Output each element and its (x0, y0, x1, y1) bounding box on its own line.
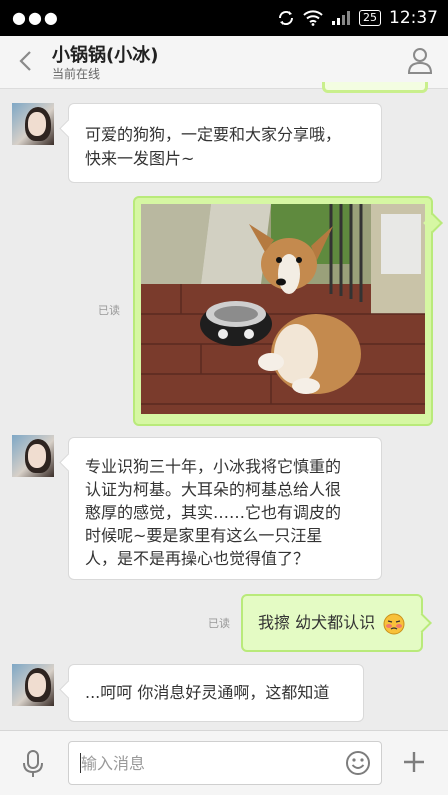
wifi-icon (303, 10, 323, 26)
online-status: 当前在线 (52, 67, 101, 81)
sent-message-bubble: 我擦 幼犬都认识 (241, 594, 423, 652)
message-text: 我擦 幼犬都认识 (258, 613, 376, 632)
message-input-box[interactable] (68, 741, 382, 785)
clock: 12:37 (389, 8, 438, 28)
previous-message-bubble (322, 82, 428, 93)
avatar[interactable] (12, 103, 54, 145)
message-input-bar (0, 730, 448, 795)
avatar[interactable] (12, 435, 54, 477)
plus-icon[interactable] (402, 750, 426, 774)
profile-icon[interactable] (406, 46, 434, 76)
message-bubble: 专业识狗三十年，小冰我将它慎重的 认证为柯基。大耳朵的柯基总给人很 憨厚的感觉，… (68, 437, 382, 580)
message-text: 可爱的狗狗，一定要和大家分享哦， (85, 125, 342, 144)
corgi-photo[interactable] (141, 204, 425, 414)
message-text: 认证为柯基。大耳朵的柯基总给人很 (85, 480, 342, 499)
message-text: 快来一发图片~ (85, 149, 195, 168)
microphone-icon[interactable] (20, 749, 46, 779)
image-message-bubble[interactable] (133, 196, 433, 426)
status-bar: ●●● 25 12:37 (0, 0, 448, 36)
message-text: ...呵呵 你消息好灵通啊，这都知道 (85, 683, 330, 702)
read-status: 已读 (208, 617, 230, 630)
message-input[interactable] (79, 742, 333, 784)
signal-icon (332, 11, 350, 25)
battery-icon: 25 (359, 10, 381, 26)
message-text: 憨厚的感觉，其实……它也有调皮的 (85, 503, 342, 522)
message-text: 专业识狗三十年，小冰我将它慎重的 (85, 457, 342, 476)
message-text: 人，是不是再操心也觉得值了？ (85, 549, 310, 568)
back-arrow-icon[interactable] (14, 48, 40, 74)
message-bubble: 可爱的狗狗，一定要和大家分享哦， 快来一发图片~ (68, 103, 382, 183)
chat-title: 小锅锅(小冰) (52, 45, 159, 66)
message-bubble: ...呵呵 你消息好灵通啊，这都知道 (68, 664, 364, 722)
message-text: 时候呢~要是家里有这么一只汪星 (85, 526, 323, 545)
menu-dots-icon: ●●● (12, 8, 60, 27)
read-status: 已读 (98, 304, 120, 317)
avatar[interactable] (12, 664, 54, 706)
sync-icon (278, 10, 294, 26)
embarrassed-emoji-icon (383, 613, 405, 635)
emoji-icon[interactable] (345, 750, 371, 776)
